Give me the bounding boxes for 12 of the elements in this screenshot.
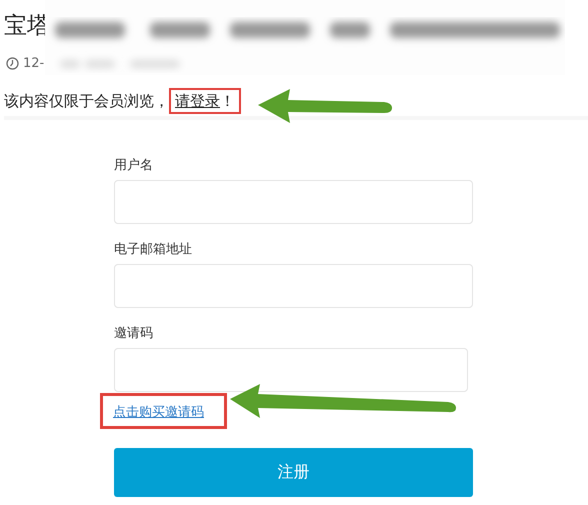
input-field[interactable]: [114, 180, 473, 224]
field-label: 电子邮箱地址: [114, 241, 193, 256]
login-link[interactable]: 请登录: [175, 92, 220, 110]
clock-icon: [6, 57, 19, 70]
members-only-notice: 该内容仅限于会员浏览， 请登录！: [0, 90, 588, 116]
input-field[interactable]: [114, 348, 468, 392]
post-date: 12-: [23, 56, 44, 71]
field-label: 邀请码: [114, 325, 154, 340]
field-label: 用户名: [114, 157, 154, 172]
buy-code-link[interactable]: 点击购买邀请码: [113, 405, 204, 420]
register-button[interactable]: 注册: [114, 448, 473, 497]
input-field[interactable]: [114, 264, 473, 308]
